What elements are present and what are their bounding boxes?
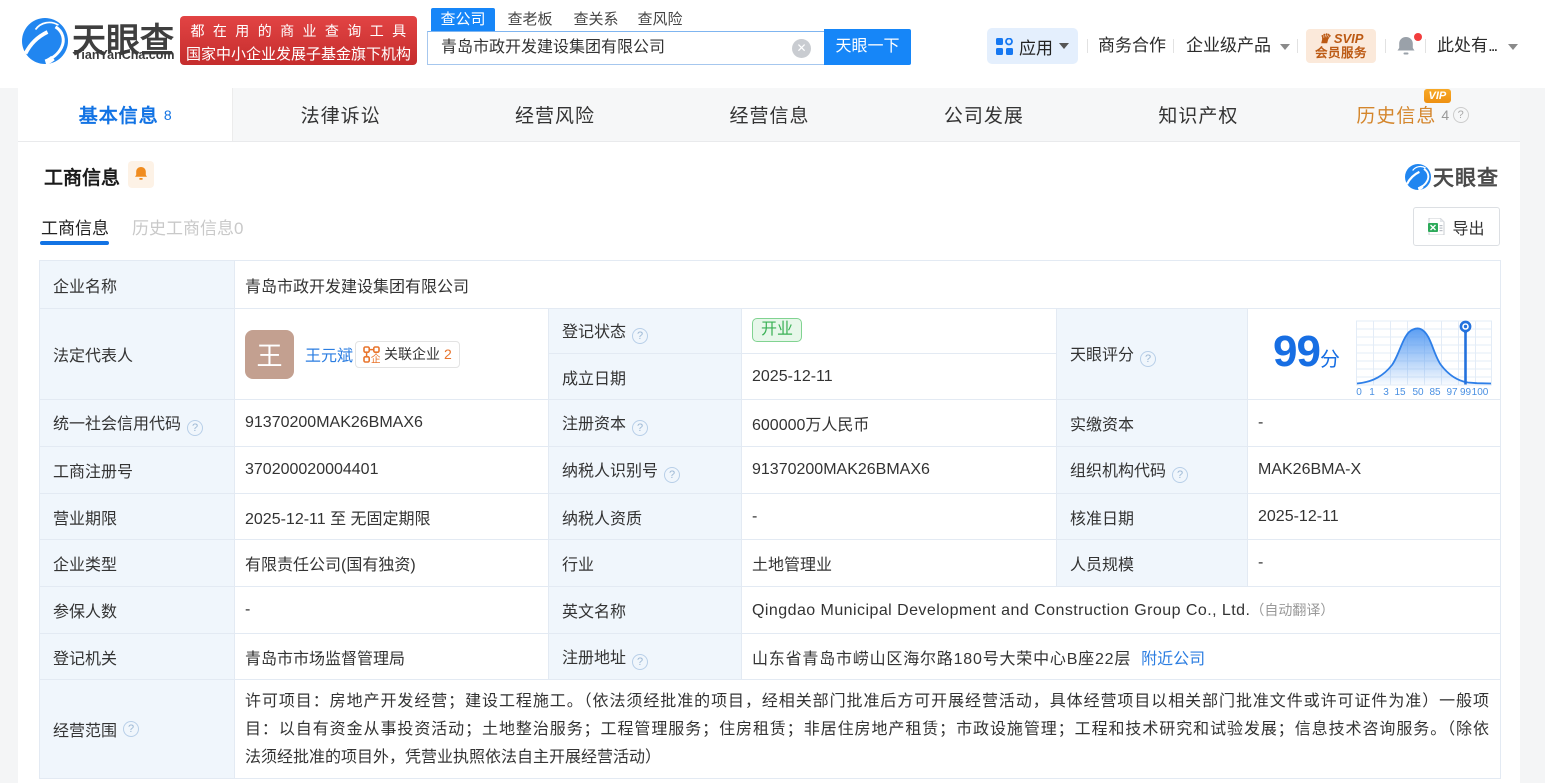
- svg-text:0: 0: [1356, 387, 1362, 398]
- svg-text:97: 97: [1446, 387, 1458, 398]
- svg-text:85: 85: [1429, 387, 1441, 398]
- svg-text:50: 50: [1412, 387, 1424, 398]
- svg-text:企: 企: [371, 352, 380, 363]
- svg-text:1: 1: [1369, 387, 1375, 398]
- svg-text:100: 100: [1472, 387, 1489, 398]
- svg-text:99: 99: [1460, 387, 1472, 398]
- svg-text:3: 3: [1383, 387, 1389, 398]
- svg-text:15: 15: [1394, 387, 1406, 398]
